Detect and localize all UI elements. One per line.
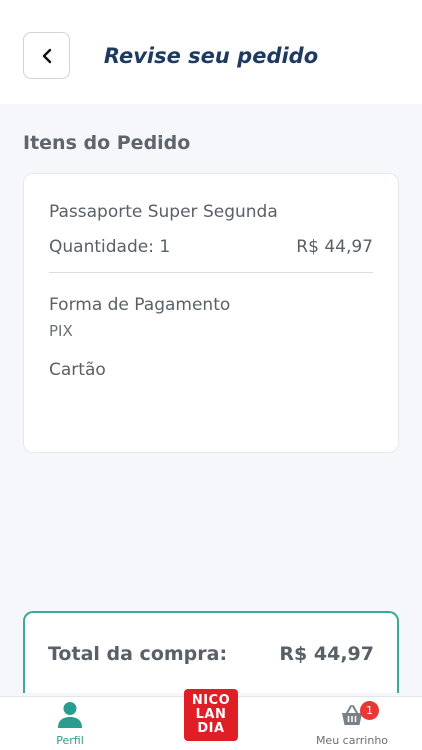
- cart-badge: 1: [360, 701, 379, 720]
- total-box: Total da compra: R$ 44,97: [23, 611, 399, 693]
- logo-line: NICO: [191, 693, 231, 708]
- item-price: R$ 44,97: [296, 237, 373, 257]
- order-card: Passaporte Super Segunda Quantidade: 1 R…: [23, 173, 399, 453]
- logo-line: LAN: [195, 707, 227, 722]
- nav-profile[interactable]: Perfil: [40, 701, 100, 750]
- nav-cart[interactable]: 1 Meu carrinho: [312, 701, 392, 750]
- header: Revise seu pedido: [0, 0, 422, 104]
- divider: [49, 272, 373, 273]
- person-icon: [58, 702, 82, 728]
- page-title: Revise seu pedido: [103, 44, 319, 68]
- bottom-nav: Perfil NICO LAN DIA 1 Meu carrinho: [0, 689, 422, 750]
- payment-option-card[interactable]: Cartão: [49, 360, 106, 380]
- total-value: R$ 44,97: [279, 643, 374, 665]
- quantity-text: Quantidade: 1: [49, 237, 171, 257]
- logo-line: DIA: [197, 721, 225, 736]
- total-label: Total da compra:: [48, 643, 228, 665]
- product-name: Passaporte Super Segunda: [49, 202, 278, 222]
- nicolandia-logo[interactable]: NICO LAN DIA: [184, 689, 238, 741]
- section-title: Itens do Pedido: [23, 132, 191, 154]
- nav-cart-label: Meu carrinho: [315, 734, 389, 747]
- nav-profile-label: Perfil: [56, 734, 84, 747]
- payment-label: Forma de Pagamento: [49, 295, 231, 315]
- payment-option-pix[interactable]: PIX: [49, 322, 73, 340]
